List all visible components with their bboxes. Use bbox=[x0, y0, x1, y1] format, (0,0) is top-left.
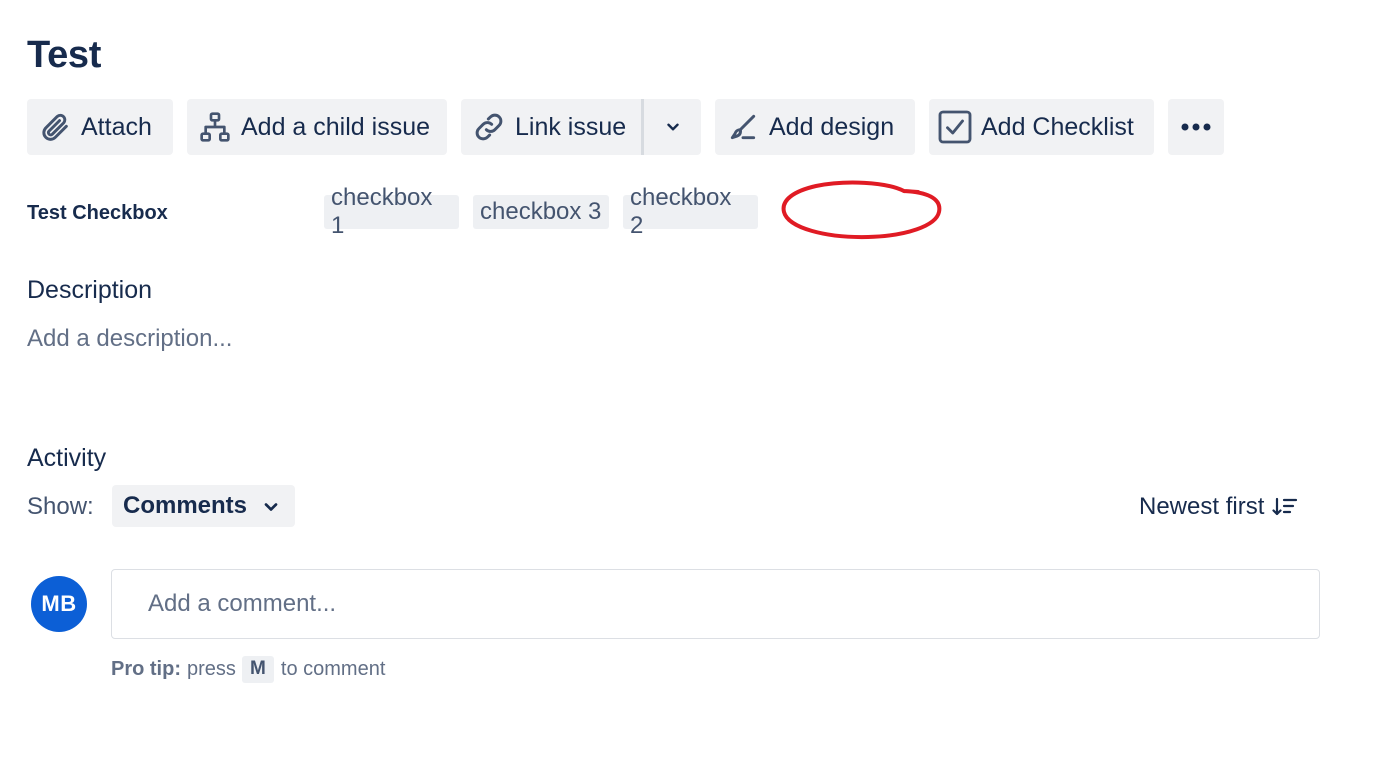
checkbox-value-chip[interactable]: checkbox 2 bbox=[623, 184, 758, 239]
checkbox-value-chip[interactable]: checkbox 1 bbox=[324, 184, 459, 239]
add-checklist-button[interactable]: Add Checklist bbox=[929, 99, 1154, 155]
chevron-down-icon bbox=[261, 496, 281, 524]
avatar-initials: MB bbox=[41, 591, 77, 616]
pro-tip-prefix: Pro tip: bbox=[111, 657, 181, 680]
more-actions-button[interactable] bbox=[1168, 99, 1224, 155]
red-annotation-ellipse bbox=[781, 180, 942, 240]
add-child-issue-button[interactable]: Add a child issue bbox=[187, 99, 447, 155]
issue-view: Test Attach Add a child issue Link issue… bbox=[0, 0, 1383, 765]
sort-descending-icon bbox=[1272, 496, 1298, 518]
more-horizontal-icon bbox=[1179, 122, 1213, 132]
show-filter-label: Show: bbox=[27, 493, 94, 520]
comment-input[interactable]: Add a comment... bbox=[111, 569, 1320, 639]
add-child-issue-label: Add a child issue bbox=[241, 112, 431, 141]
pro-tip: Pro tip: press M to comment bbox=[111, 655, 385, 683]
add-design-label: Add design bbox=[769, 112, 895, 141]
link-issue-button[interactable]: Link issue bbox=[461, 99, 643, 155]
sort-order-label: Newest first bbox=[1139, 493, 1265, 520]
issue-title[interactable]: Test bbox=[27, 34, 101, 77]
attach-label: Attach bbox=[81, 112, 152, 141]
keyboard-shortcut-key: M bbox=[241, 655, 274, 683]
sort-order-button[interactable]: Newest first bbox=[1133, 487, 1304, 527]
description-input[interactable]: Add a description... bbox=[27, 325, 232, 353]
avatar[interactable]: MB bbox=[31, 576, 87, 632]
checkbox-checked-icon bbox=[937, 109, 973, 145]
add-checklist-label: Add Checklist bbox=[981, 112, 1134, 141]
pro-tip-suffix: to comment bbox=[280, 657, 386, 680]
hierarchy-icon bbox=[197, 109, 233, 145]
activity-heading: Activity bbox=[27, 444, 107, 472]
chevron-down-icon bbox=[664, 118, 682, 136]
paperclip-icon bbox=[37, 109, 73, 145]
test-checkbox-field-label: Test Checkbox bbox=[27, 202, 168, 224]
link-issue-dropdown-button[interactable] bbox=[644, 99, 701, 155]
attach-button[interactable]: Attach bbox=[27, 99, 173, 155]
comment-placeholder: Add a comment... bbox=[148, 590, 337, 617]
checkbox-value-chip[interactable]: checkbox 3 bbox=[473, 195, 609, 229]
add-design-button[interactable]: Add design bbox=[715, 99, 915, 155]
design-brush-icon bbox=[725, 109, 761, 145]
activity-filter-select[interactable]: Comments bbox=[112, 485, 295, 527]
pro-tip-press: press bbox=[187, 657, 236, 680]
link-issue-label: Link issue bbox=[515, 112, 627, 141]
description-heading: Description bbox=[27, 276, 153, 304]
activity-filter-value: Comments bbox=[123, 492, 248, 519]
link-icon bbox=[471, 109, 507, 145]
